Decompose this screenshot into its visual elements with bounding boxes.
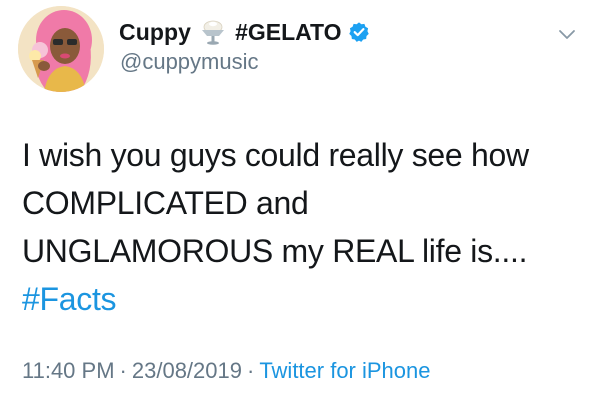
separator-dot: ·	[246, 358, 255, 383]
tweet-source-link[interactable]: Twitter for iPhone	[259, 358, 430, 383]
verified-badge-icon	[348, 21, 370, 43]
tweet-time[interactable]: 11:40 PM	[22, 358, 115, 383]
author-handle[interactable]: @cuppymusic	[120, 49, 259, 75]
tweet-date[interactable]: 23/08/2019	[132, 358, 242, 383]
tweet-metadata: 11:40 PM · 23/08/2019 · Twitter for iPhone	[22, 358, 431, 384]
separator-dot: ·	[119, 358, 127, 383]
tweet-text: I wish you guys could really see how COM…	[22, 131, 582, 323]
name-suffix[interactable]: #GELATO	[235, 19, 342, 46]
author-name-row[interactable]: Cuppy #GELATO	[119, 17, 370, 47]
ice-cream-sundae-icon	[199, 18, 227, 46]
tweet-card: Cuppy #GELATO @cuppymusic I wish you guy…	[0, 0, 598, 409]
hashtag-link[interactable]: #Facts	[22, 275, 582, 323]
tweet-text-line: COMPLICATED and	[22, 185, 309, 221]
display-name[interactable]: Cuppy	[119, 19, 191, 46]
chevron-down-icon[interactable]	[556, 23, 578, 45]
profile-avatar[interactable]	[18, 6, 104, 92]
tweet-text-line: UNGLAMOROUS my REAL life is....	[22, 233, 528, 269]
tweet-text-line: I wish you guys could really see how	[22, 137, 529, 173]
